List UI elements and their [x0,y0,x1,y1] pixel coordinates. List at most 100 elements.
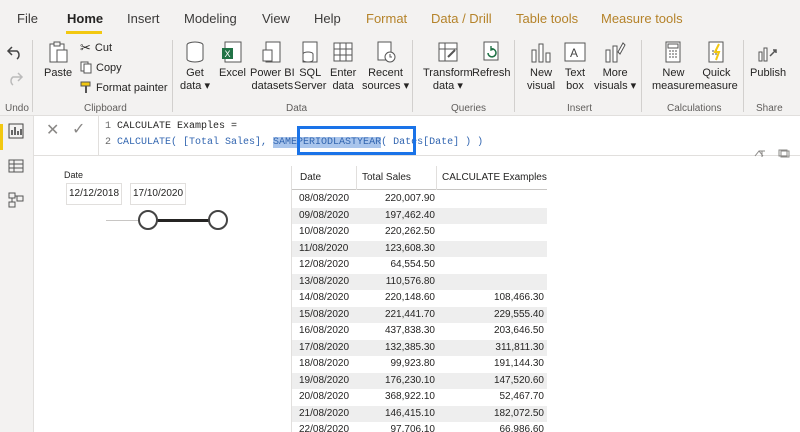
table-row[interactable]: 19/08/2020 176,230.10 147,520.60 [292,372,547,389]
cell-date: 08/08/2020 [299,193,350,204]
table-row[interactable]: 21/08/2020 146,415.10 182,072.50 [292,405,547,422]
left-nav [0,116,34,432]
table-row[interactable]: 18/08/2020 99,923.80 191,144.30 [292,356,547,372]
table-row[interactable]: 20/08/2020 368,922.10 52,467.70 [292,389,547,405]
separator [412,40,413,112]
menu-view[interactable]: View [262,11,290,26]
quick-measure-label-2: measure [695,80,738,92]
copy-button[interactable]: Copy [80,61,122,74]
column-header-total-sales[interactable]: Total Sales [362,172,411,183]
refresh-button[interactable]: Refresh [472,40,511,80]
table-row[interactable]: 13/08/2020 110,576.80 [292,273,547,290]
quick-measure-label-1: Quick [702,67,731,79]
transform-label-2: data ▾ [432,80,463,92]
cell-total-sales: 220,148.60 [384,292,435,303]
data-view-icon[interactable] [8,158,24,174]
redo-button[interactable] [6,70,24,89]
recent-sources-button[interactable]: Recent sources ▾ [362,40,409,93]
sql-label-1: SQL [299,67,322,79]
svg-text:A: A [570,46,578,60]
powerbi-datasets-button[interactable]: Power BI datasets [250,40,295,93]
powerbi-label-1: Power BI [250,67,295,79]
formula-bar: ✕ ✓ 1 CALCULATE Examples = 2 CALCULATE( [T… [34,116,800,157]
quick-measure-icon [708,41,724,63]
separator [172,40,173,112]
excel-button[interactable]: X Excel [219,40,246,80]
sql-server-button[interactable]: SQL Server [294,40,326,93]
cell-total-sales: 64,554.50 [390,259,436,270]
recent-label-2: sources ▾ [362,80,410,92]
publish-button[interactable]: Publish [750,40,786,80]
table-row[interactable]: 10/08/2020 220,262.50 [292,224,547,240]
menu-measure-tools[interactable]: Measure tools [601,11,683,26]
slider-end-thumb[interactable] [208,210,228,230]
undo-button[interactable] [6,44,24,63]
start-date-input[interactable]: 12/12/2018 [66,183,122,205]
menu-format[interactable]: Format [366,11,407,26]
more-visuals-label-1: More [602,67,628,79]
table-row[interactable]: 11/08/2020 123,608.30 [292,240,547,257]
format-painter-button[interactable]: Format painter [80,81,168,94]
table-row[interactable]: 22/08/2020 97,706.10 66,986.60 [292,422,547,432]
cancel-icon[interactable]: ✕ [46,120,59,140]
cell-total-sales: 146,415.10 [384,407,435,419]
separator [743,40,744,112]
cell-calculate-examples: 191,144.30 [493,358,544,369]
menu-home[interactable]: Home [67,11,103,26]
cell-calculate-examples: 52,467.70 [499,391,545,402]
visual-menu-icon[interactable] [757,150,767,158]
menu-help[interactable]: Help [314,11,341,26]
commit-icon[interactable]: ✓ [72,119,85,139]
cell-total-sales: 368,922.10 [384,391,435,402]
transform-icon [438,42,458,62]
sql-label-2: Server [294,80,327,92]
formula-editor[interactable]: 1 CALCULATE Examples = 2 CALCULATE( [Total… [98,116,800,156]
redo-icon [10,72,24,86]
enter-label-2: data [332,80,354,92]
text-box-button[interactable]: A Text box [563,40,587,93]
table-row[interactable]: 08/08/2020 220,007.90 [292,191,547,207]
transform-data-button[interactable]: Transform data ▾ [423,40,473,93]
slider-start-thumb[interactable] [138,210,158,230]
share-group-label: Share [756,103,783,114]
menu-file[interactable]: File [17,11,38,26]
menu-insert[interactable]: Insert [127,11,160,26]
focus-mode-icon[interactable] [780,150,790,158]
menu-table-tools[interactable]: Table tools [516,11,578,26]
cut-button[interactable]: ✂ Cut [80,40,112,56]
cell-date: 22/08/2020 [299,424,350,432]
insert-group-label: Insert [567,103,593,114]
table-row[interactable]: 16/08/2020 437,838.30 203,646.50 [292,323,547,339]
report-view-icon[interactable] [8,123,24,139]
cell-total-sales: 176,230.10 [384,374,435,386]
column-divider [436,166,437,190]
get-data-button[interactable]: Get data ▾ [180,40,210,93]
menu-modeling[interactable]: Modeling [184,11,237,26]
table-row[interactable]: 17/08/2020 132,385.30 311,811.30 [292,339,547,356]
table-row[interactable]: 09/08/2020 197,462.40 [292,207,547,224]
menu-data-drill[interactable]: Data / Drill [431,11,492,26]
active-tab-indicator [66,31,102,34]
new-visual-button[interactable]: New visual [527,40,555,93]
paste-button[interactable]: Paste [44,40,72,80]
excel-label: Excel [219,67,246,79]
column-header-date[interactable]: Date [300,172,321,183]
bar-chart-icon [531,43,551,63]
end-date-input[interactable]: 17/10/2020 [130,183,186,205]
new-measure-button[interactable]: New measure [652,40,695,93]
cell-calculate-examples: 182,072.50 [493,407,544,419]
table-row[interactable]: 14/08/2020 220,148.60 108,466.30 [292,290,547,306]
cell-date: 15/08/2020 [299,308,350,320]
table-row[interactable]: 12/08/2020 64,554.50 [292,257,547,273]
enter-data-button[interactable]: Enter data [330,40,356,93]
quick-measure-button[interactable]: Quick measure [695,40,738,93]
copy-label: Copy [96,61,122,74]
clipboard-group-label: Clipboard [84,103,127,114]
table-row[interactable]: 15/08/2020 221,441.70 229,555.40 [292,306,547,323]
get-data-label-1: Get [186,67,204,79]
model-view-icon[interactable] [8,192,24,208]
calculations-group-label: Calculations [667,103,722,114]
active-view-indicator [0,124,3,150]
column-header-calculate-examples[interactable]: CALCULATE Examples [442,172,547,183]
more-visuals-button[interactable]: More visuals ▾ [594,40,636,93]
